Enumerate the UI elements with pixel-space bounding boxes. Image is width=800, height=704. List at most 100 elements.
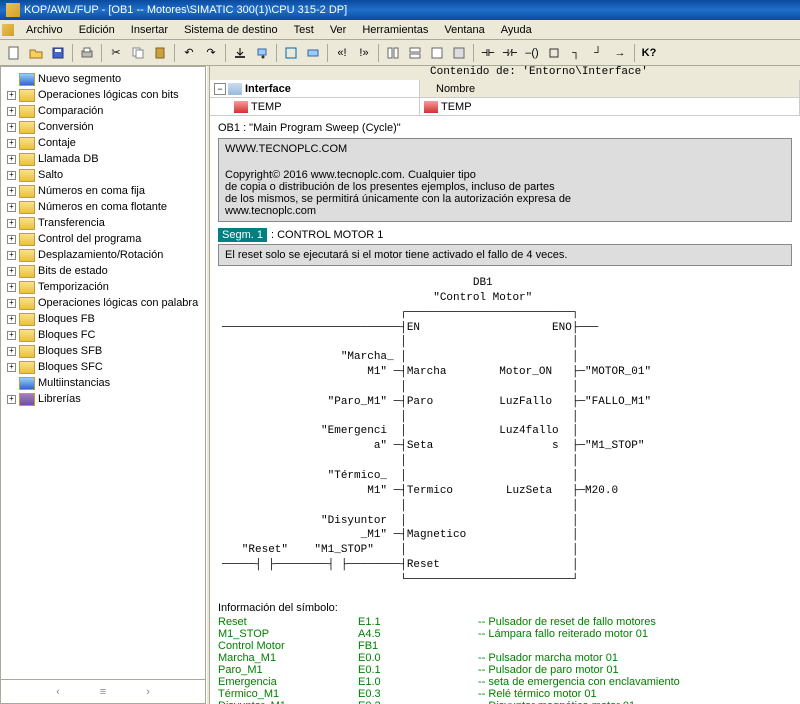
save-icon[interactable] bbox=[48, 43, 68, 63]
folder-icon bbox=[19, 281, 35, 294]
view4-icon[interactable] bbox=[449, 43, 469, 63]
folder-icon bbox=[19, 265, 35, 278]
tree-label: Bloques FC bbox=[38, 329, 95, 341]
element-tree-panel: Nuevo segmento+Operaciones lógicas con b… bbox=[0, 66, 206, 704]
expand-icon[interactable]: + bbox=[7, 315, 16, 324]
tree-item[interactable]: +Contaje bbox=[5, 135, 201, 151]
expand-icon[interactable]: + bbox=[7, 219, 16, 228]
tree-label: Bloques SFB bbox=[38, 345, 102, 357]
segment-title: : CONTROL MOTOR 1 bbox=[271, 229, 383, 241]
copy-icon[interactable] bbox=[128, 43, 148, 63]
element-tree[interactable]: Nuevo segmento+Operaciones lógicas con b… bbox=[1, 67, 205, 679]
tree-item[interactable]: +Desplazamiento/Rotación bbox=[5, 247, 201, 263]
interface-temp-right[interactable]: TEMP bbox=[420, 98, 800, 115]
expand-icon[interactable]: + bbox=[7, 267, 16, 276]
print-icon[interactable] bbox=[77, 43, 97, 63]
new-icon[interactable] bbox=[4, 43, 24, 63]
tree-item[interactable]: + Bloques SFB bbox=[5, 343, 201, 359]
tree-item[interactable]: +Control del programa bbox=[5, 231, 201, 247]
tree-item[interactable]: +Comparación bbox=[5, 103, 201, 119]
view1-icon[interactable] bbox=[383, 43, 403, 63]
expand-icon[interactable]: + bbox=[7, 363, 16, 372]
block-icon[interactable] bbox=[281, 43, 301, 63]
menu-herramientas[interactable]: Herramientas bbox=[354, 22, 436, 38]
coil-icon[interactable]: –() bbox=[522, 43, 542, 63]
tree-item[interactable]: +Bloques FB bbox=[5, 311, 201, 327]
expand-icon[interactable]: + bbox=[7, 251, 16, 260]
expand-icon[interactable]: + bbox=[7, 235, 16, 244]
symbol-row: EmergenciaE1.0-- seta de emergencia con … bbox=[218, 676, 792, 688]
interface-temp-left[interactable]: TEMP bbox=[210, 98, 420, 115]
left-scrollbar[interactable]: ‹≡› bbox=[1, 679, 205, 703]
contact-no-icon[interactable]: ⊣⊢ bbox=[478, 43, 498, 63]
monitor-icon[interactable] bbox=[252, 43, 272, 63]
tree-item[interactable]: +Conversión bbox=[5, 119, 201, 135]
tree-item[interactable]: + Bloques SFC bbox=[5, 359, 201, 375]
menu-sistema de destino[interactable]: Sistema de destino bbox=[176, 22, 286, 38]
symbol-row: Paro_M1E0.1-- Pulsador de paro motor 01 bbox=[218, 664, 792, 676]
tree-item[interactable]: + Salto bbox=[5, 167, 201, 183]
redo-icon[interactable]: ↷ bbox=[201, 43, 221, 63]
paste-icon[interactable] bbox=[150, 43, 170, 63]
contact-nc-icon[interactable]: ⊣⁄⊢ bbox=[500, 43, 520, 63]
expand-icon[interactable]: + bbox=[7, 347, 16, 356]
collapse-icon[interactable]: − bbox=[214, 83, 226, 95]
menu-ventana[interactable]: Ventana bbox=[436, 22, 492, 38]
program-title: OB1 : "Main Program Sweep (Cycle)" bbox=[218, 122, 792, 134]
menu-archivo[interactable]: Archivo bbox=[18, 22, 71, 38]
tree-item[interactable]: +Números en coma fija bbox=[5, 183, 201, 199]
expand-icon[interactable]: + bbox=[7, 283, 16, 292]
goto-icon[interactable]: «! bbox=[332, 43, 352, 63]
segment-header[interactable]: Segm. 1 : CONTROL MOTOR 1 bbox=[218, 228, 792, 242]
tree-label: Salto bbox=[38, 169, 63, 181]
expand-icon[interactable]: + bbox=[7, 171, 16, 180]
branch-open-icon[interactable]: ┐ bbox=[566, 43, 586, 63]
tree-item[interactable]: +Bits de estado bbox=[5, 263, 201, 279]
tree-item[interactable]: +Operaciones lógicas con palabra bbox=[5, 295, 201, 311]
tree-item[interactable]: + Bloques FC bbox=[5, 327, 201, 343]
open-icon[interactable] bbox=[26, 43, 46, 63]
tree-item[interactable]: +Operaciones lógicas con bits bbox=[5, 87, 201, 103]
expand-icon[interactable]: + bbox=[7, 155, 16, 164]
goto2-icon[interactable]: !» bbox=[354, 43, 374, 63]
expand-icon[interactable]: + bbox=[7, 299, 16, 308]
view2-icon[interactable] bbox=[405, 43, 425, 63]
expand-icon[interactable]: + bbox=[7, 331, 16, 340]
expand-icon[interactable]: + bbox=[7, 123, 16, 132]
branch-close-icon[interactable]: ┘ bbox=[588, 43, 608, 63]
menu-ver[interactable]: Ver bbox=[322, 22, 355, 38]
tree-item[interactable]: +Temporización bbox=[5, 279, 201, 295]
folder-icon bbox=[19, 169, 35, 182]
view3-icon[interactable] bbox=[427, 43, 447, 63]
tree-label: Bloques SFC bbox=[38, 361, 103, 373]
expand-icon[interactable]: + bbox=[7, 139, 16, 148]
menu-insertar[interactable]: Insertar bbox=[123, 22, 176, 38]
menu-ayuda[interactable]: Ayuda bbox=[493, 22, 540, 38]
expand-icon[interactable]: + bbox=[7, 203, 16, 212]
menu-test[interactable]: Test bbox=[286, 22, 322, 38]
folder-icon bbox=[19, 73, 35, 86]
network-icon[interactable] bbox=[303, 43, 323, 63]
menu-bar: ArchivoEdiciónInsertarSistema de destino… bbox=[0, 20, 800, 40]
expand-icon[interactable]: + bbox=[7, 107, 16, 116]
ladder-editor[interactable]: OB1 : "Main Program Sweep (Cycle)" WWW.T… bbox=[210, 116, 800, 704]
expand-icon[interactable]: + bbox=[7, 395, 16, 404]
tree-item[interactable]: +Llamada DB bbox=[5, 151, 201, 167]
tree-item[interactable]: Multiinstancias bbox=[5, 375, 201, 391]
expand-icon[interactable]: + bbox=[7, 91, 16, 100]
tree-label: Números en coma flotante bbox=[38, 201, 167, 213]
expand-icon[interactable]: + bbox=[7, 187, 16, 196]
menu-edición[interactable]: Edición bbox=[71, 22, 123, 38]
tree-item[interactable]: +Transferencia bbox=[5, 215, 201, 231]
tree-item[interactable]: +Librerías bbox=[5, 391, 201, 407]
ladder-network[interactable]: DB1 "Control Motor" ┌───────────────────… bbox=[218, 270, 792, 594]
connect-icon[interactable]: → bbox=[610, 43, 630, 63]
help-icon[interactable]: K? bbox=[639, 43, 659, 63]
cut-icon[interactable]: ✂ bbox=[106, 43, 126, 63]
undo-icon[interactable]: ↶ bbox=[179, 43, 199, 63]
tree-item[interactable]: + Números en coma flotante bbox=[5, 199, 201, 215]
box-icon[interactable] bbox=[544, 43, 564, 63]
download-icon[interactable] bbox=[230, 43, 250, 63]
interface-root[interactable]: − Interface bbox=[210, 80, 420, 97]
tree-item[interactable]: Nuevo segmento bbox=[5, 71, 201, 87]
